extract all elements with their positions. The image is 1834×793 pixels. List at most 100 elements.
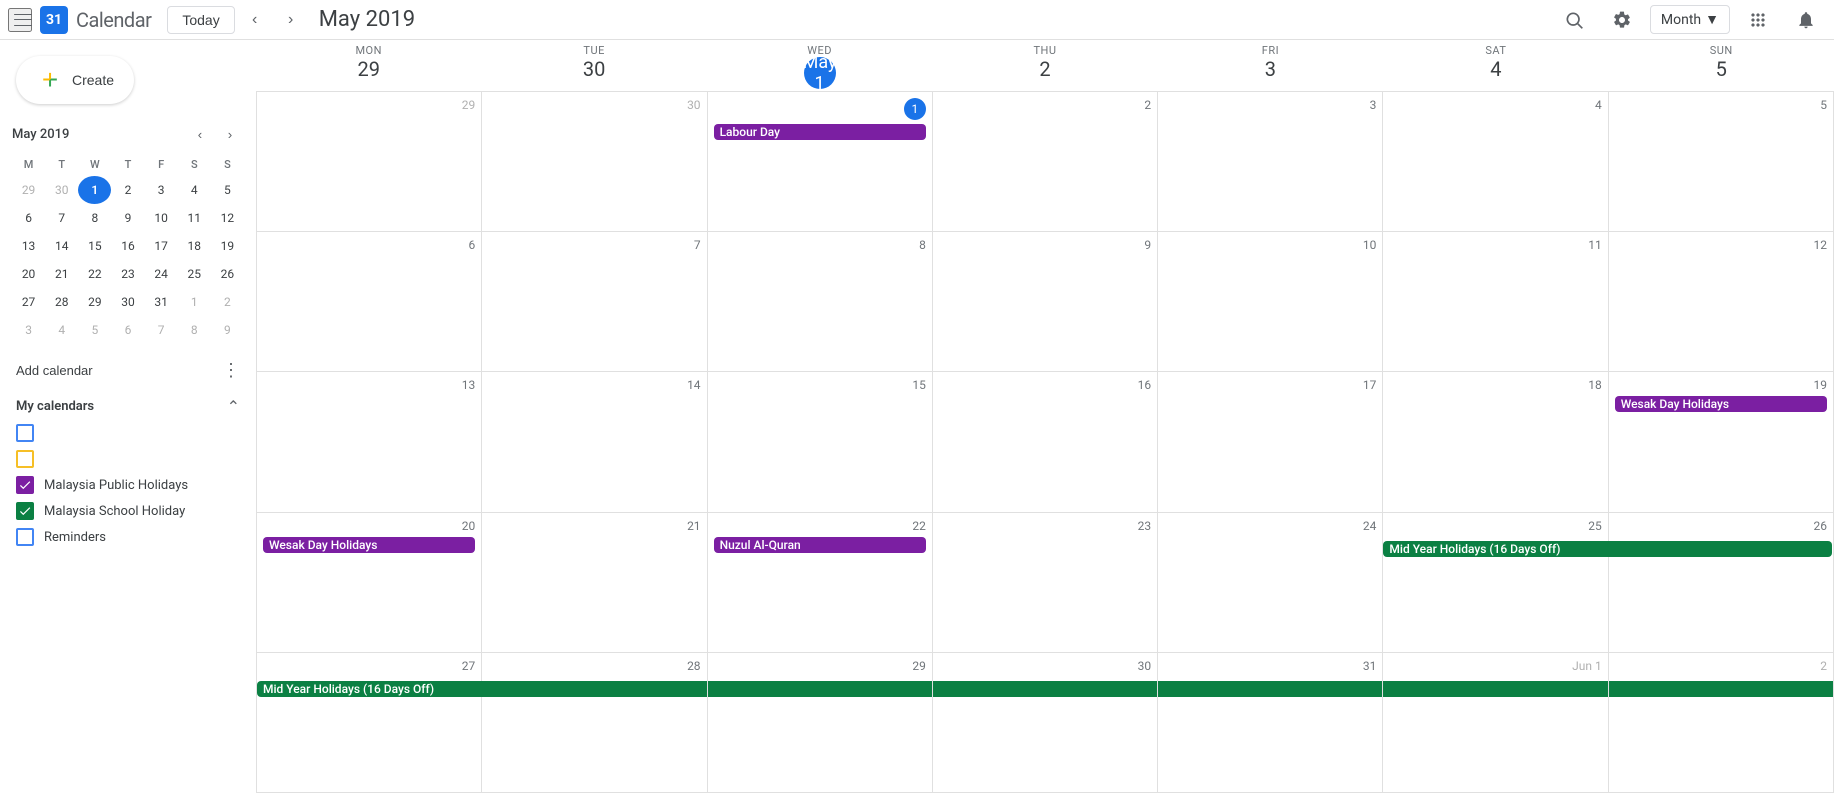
mini-calendar: May 2019 ‹ › M T W T F S bbox=[0, 120, 256, 344]
mini-cal-day[interactable]: 22 bbox=[78, 260, 111, 288]
event-wesak-day-19[interactable]: Wesak Day Holidays bbox=[1615, 396, 1827, 412]
header-fri: FRI 3 bbox=[1158, 40, 1383, 91]
cell-may16: 16 bbox=[933, 372, 1158, 511]
header-tue: TUE 30 bbox=[481, 40, 706, 91]
calendar-checkbox-2[interactable] bbox=[16, 450, 34, 468]
mini-col-fri: F bbox=[145, 152, 178, 176]
calendar-checkbox-malaysia-school[interactable] bbox=[16, 502, 34, 520]
main-layout: + Create May 2019 ‹ › M T W bbox=[0, 40, 1834, 793]
cell-may30: 30 bbox=[933, 653, 1158, 792]
app-logo: 31 bbox=[40, 6, 68, 34]
mini-cal-day[interactable]: 11 bbox=[178, 204, 211, 232]
add-calendar-input[interactable] bbox=[16, 363, 222, 378]
menu-button[interactable] bbox=[8, 8, 32, 32]
mini-cal-day[interactable]: 9 bbox=[111, 204, 144, 232]
more-options-icon[interactable]: ⋮ bbox=[222, 360, 240, 381]
mini-cal-day[interactable]: 14 bbox=[45, 232, 78, 260]
calendar-checkbox-reminders[interactable] bbox=[16, 528, 34, 546]
mini-cal-day[interactable]: 6 bbox=[12, 204, 45, 232]
mini-cal-day[interactable]: 7 bbox=[45, 204, 78, 232]
mini-cal-day[interactable]: 16 bbox=[111, 232, 144, 260]
chevron-up-icon[interactable]: ⌃ bbox=[227, 397, 240, 416]
create-button[interactable]: + Create bbox=[16, 56, 134, 104]
mini-cal-day[interactable]: 6 bbox=[111, 316, 144, 344]
notifications-button[interactable] bbox=[1786, 0, 1826, 40]
calendar-item-malaysia-public[interactable]: Malaysia Public Holidays bbox=[8, 472, 248, 498]
mini-cal-day[interactable]: 27 bbox=[12, 288, 45, 316]
cell-may21: 21 bbox=[482, 513, 707, 652]
mini-cal-day[interactable]: 29 bbox=[12, 176, 45, 204]
mini-cal-header: May 2019 ‹ › bbox=[12, 120, 244, 148]
mini-cal-day[interactable]: 1 bbox=[78, 176, 111, 204]
mini-cal-day[interactable]: 25 bbox=[178, 260, 211, 288]
calendar-checkbox-1[interactable] bbox=[16, 424, 34, 442]
cell-may28: 28 bbox=[482, 653, 707, 792]
mini-cal-day[interactable]: 4 bbox=[45, 316, 78, 344]
mini-cal-day[interactable]: 15 bbox=[78, 232, 111, 260]
cell-may19: 19 Wesak Day Holidays bbox=[1609, 372, 1834, 511]
today-button[interactable]: Today bbox=[167, 6, 234, 34]
next-month-button[interactable]: › bbox=[275, 4, 307, 36]
mini-cal-day[interactable]: 3 bbox=[12, 316, 45, 344]
mini-cal-day[interactable]: 7 bbox=[145, 316, 178, 344]
cell-may17: 17 bbox=[1158, 372, 1383, 511]
mini-cal-day[interactable]: 9 bbox=[211, 316, 244, 344]
calendar-checkbox-malaysia-public[interactable] bbox=[16, 476, 34, 494]
topbar: 31 Calendar Today ‹ › May 2019 Month ▼ bbox=[0, 0, 1834, 40]
settings-button[interactable] bbox=[1602, 0, 1642, 40]
mini-cal-day[interactable]: 8 bbox=[78, 204, 111, 232]
add-calendar-row: ⋮ bbox=[0, 352, 256, 389]
mini-cal-day[interactable]: 12 bbox=[211, 204, 244, 232]
apps-button[interactable] bbox=[1738, 0, 1778, 40]
mini-cal-day[interactable]: 2 bbox=[211, 288, 244, 316]
mini-cal-day[interactable]: 4 bbox=[178, 176, 211, 204]
calendar-item-1[interactable] bbox=[8, 420, 248, 446]
mini-col-mon: M bbox=[12, 152, 45, 176]
mini-next-button[interactable]: › bbox=[216, 120, 244, 148]
header-wed: WED May 1 bbox=[707, 40, 932, 91]
sidebar: + Create May 2019 ‹ › M T W bbox=[0, 40, 256, 793]
mini-cal-grid: M T W T F S S 29301234567891011121314151… bbox=[12, 152, 244, 344]
mini-cal-day[interactable]: 5 bbox=[211, 176, 244, 204]
cell-may12: 12 bbox=[1609, 232, 1834, 371]
mini-cal-day[interactable]: 18 bbox=[178, 232, 211, 260]
mini-cal-day[interactable]: 28 bbox=[45, 288, 78, 316]
cell-may8: 8 bbox=[708, 232, 933, 371]
mini-cal-day[interactable]: 23 bbox=[111, 260, 144, 288]
event-labour-day[interactable]: Labour Day bbox=[714, 124, 926, 140]
topbar-left: 31 Calendar bbox=[8, 6, 151, 34]
mini-col-wed: W bbox=[78, 152, 111, 176]
mini-cal-day[interactable]: 13 bbox=[12, 232, 45, 260]
mini-cal-day[interactable]: 5 bbox=[78, 316, 111, 344]
mini-cal-day[interactable]: 30 bbox=[111, 288, 144, 316]
mini-cal-day[interactable]: 30 bbox=[45, 176, 78, 204]
view-selector[interactable]: Month ▼ bbox=[1650, 5, 1730, 34]
mini-cal-day[interactable]: 17 bbox=[145, 232, 178, 260]
event-wesak-day-20[interactable]: Wesak Day Holidays bbox=[263, 537, 475, 553]
mini-cal-day[interactable]: 1 bbox=[178, 288, 211, 316]
prev-month-button[interactable]: ‹ bbox=[239, 4, 271, 36]
event-mid-year-25[interactable]: Mid Year Holidays (16 Days Off) bbox=[1383, 541, 1832, 557]
mini-prev-button[interactable]: ‹ bbox=[186, 120, 214, 148]
mini-cal-day[interactable]: 29 bbox=[78, 288, 111, 316]
calendar-item-malaysia-school[interactable]: Malaysia School Holiday bbox=[8, 498, 248, 524]
mini-cal-day[interactable]: 19 bbox=[211, 232, 244, 260]
cell-may26: 26 bbox=[1609, 513, 1834, 652]
mini-cal-day[interactable]: 8 bbox=[178, 316, 211, 344]
calendar-item-2[interactable] bbox=[8, 446, 248, 472]
mini-cal-day[interactable]: 26 bbox=[211, 260, 244, 288]
mini-cal-day[interactable]: 31 bbox=[145, 288, 178, 316]
mini-cal-day[interactable]: 20 bbox=[12, 260, 45, 288]
event-nuzul[interactable]: Nuzul Al-Quran bbox=[714, 537, 926, 553]
mini-cal-day[interactable]: 21 bbox=[45, 260, 78, 288]
calendar-item-reminders[interactable]: Reminders bbox=[8, 524, 248, 550]
mini-cal-day[interactable]: 24 bbox=[145, 260, 178, 288]
mini-cal-day[interactable]: 2 bbox=[111, 176, 144, 204]
mini-cal-day[interactable]: 10 bbox=[145, 204, 178, 232]
cell-may29: 29 bbox=[708, 653, 933, 792]
mini-cal-day[interactable]: 3 bbox=[145, 176, 178, 204]
header-mon: MON 29 bbox=[256, 40, 481, 91]
cell-apr29: 29 bbox=[257, 92, 482, 231]
week-1: 29 30 1 Labour Day 2 3 4 bbox=[257, 92, 1834, 232]
search-button[interactable] bbox=[1554, 0, 1594, 40]
